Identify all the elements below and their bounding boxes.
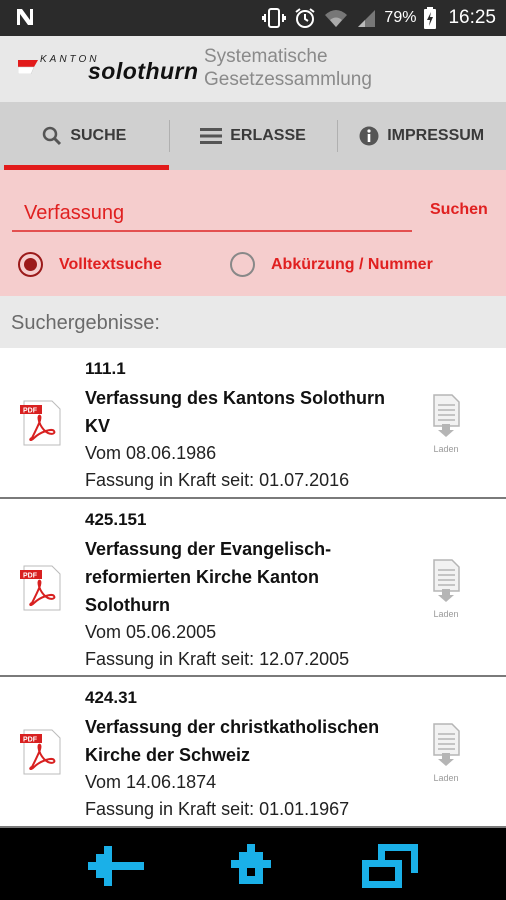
result-date: Vom 14.06.1874	[85, 772, 217, 792]
tab-bar: SUCHE ERLASSE IMPRESSUM	[0, 102, 506, 170]
search-icon	[43, 126, 62, 146]
radio-abkuerzung-nummer[interactable]: Abkürzung / Nummer	[230, 252, 433, 277]
result-fassung: Fassung in Kraft seit: 12.07.2005	[85, 649, 350, 669]
tab-impressum-label: IMPRESSUM	[387, 127, 485, 144]
svg-text:PDF: PDF	[23, 408, 38, 415]
result-item[interactable]: PDF 425.151 Verfassung der Evangelisch-r…	[0, 499, 506, 677]
result-content: 425.151 Verfassung der Evangelisch-refor…	[85, 509, 405, 673]
tab-suche[interactable]: SUCHE	[0, 102, 169, 170]
wifi-icon	[325, 10, 348, 27]
download-label: Laden	[433, 773, 459, 783]
svg-text:PDF: PDF	[23, 737, 38, 744]
result-number: 111.1	[85, 359, 126, 378]
download-label: Laden	[433, 444, 459, 454]
home-icon[interactable]	[227, 844, 283, 888]
download-document-icon	[433, 723, 460, 766]
pdf-file-icon: PDF	[20, 729, 61, 775]
signal-icon	[358, 10, 376, 27]
svg-text:PDF: PDF	[23, 573, 38, 580]
flag-icon	[18, 60, 38, 74]
download-label: Laden	[433, 609, 459, 619]
result-item[interactable]: PDF 424.31 Verfassung der christkatholis…	[0, 677, 506, 828]
radio-volltextsuche-label: Volltextsuche	[59, 255, 162, 273]
search-panel: Suchen Volltextsuche Abkürzung / Nummer	[0, 170, 506, 296]
kanton-solothurn-logo: KANTON solothurn	[18, 52, 200, 86]
tab-suche-label: SUCHE	[70, 127, 127, 144]
battery-percent: 79%	[384, 9, 417, 26]
subtitle-line-1: Systematische	[204, 46, 328, 67]
result-date: Vom 05.06.2005	[85, 622, 217, 642]
status-bar: 79% 16:25	[0, 0, 506, 36]
result-item[interactable]: PDF 111.1 Verfassung des Kantons Solothu…	[0, 348, 506, 499]
list-icon	[200, 128, 223, 144]
recent-apps-icon[interactable]	[362, 844, 418, 888]
result-fassung: Fassung in Kraft seit: 01.01.1967	[85, 799, 350, 819]
result-title: Verfassung der Evangelisch-reformierten …	[85, 539, 332, 615]
download-button[interactable]: Laden	[428, 559, 464, 619]
search-button[interactable]: Suchen	[430, 201, 488, 219]
clock: 16:25	[448, 7, 496, 28]
radio-checked-icon	[18, 252, 43, 277]
search-input[interactable]	[12, 196, 412, 232]
logo-name-text: solothurn	[88, 58, 199, 84]
notification-n-icon	[17, 9, 33, 25]
download-document-icon	[433, 559, 460, 602]
radio-abkuerzung-label: Abkürzung / Nummer	[271, 255, 433, 273]
result-number: 425.151	[85, 510, 147, 529]
system-navigation-bar	[0, 828, 506, 900]
pdf-file-icon: PDF	[20, 565, 61, 611]
radio-volltextsuche[interactable]: Volltextsuche	[18, 252, 162, 277]
results-title: Suchergebnisse:	[11, 312, 160, 334]
result-title: Verfassung des Kantons Solothurn KV	[85, 388, 386, 436]
alarm-icon	[295, 8, 316, 28]
pdf-file-icon: PDF	[20, 400, 61, 446]
app-header: KANTON solothurn Systematische Gesetzess…	[0, 36, 506, 102]
result-number: 424.31	[85, 688, 137, 707]
result-content: 424.31 Verfassung der christkatholischen…	[85, 687, 405, 823]
result-fassung: Fassung in Kraft seit: 01.07.2016	[85, 470, 350, 490]
app-subtitle: Systematische Gesetzessammlung	[204, 45, 372, 91]
back-icon[interactable]	[88, 844, 144, 888]
results-header: Suchergebnisse:	[0, 296, 506, 348]
result-content: 111.1 Verfassung des Kantons Solothurn K…	[85, 358, 405, 494]
tab-impressum[interactable]: IMPRESSUM	[337, 102, 506, 170]
subtitle-line-2: Gesetzessammlung	[204, 69, 372, 90]
tab-erlasse[interactable]: ERLASSE	[168, 102, 338, 170]
tab-erlasse-label: ERLASSE	[230, 127, 306, 144]
result-title: Verfassung der christkatholischen Kirche…	[85, 717, 380, 765]
radio-unchecked-icon	[230, 252, 255, 277]
result-date: Vom 08.06.1986	[85, 443, 217, 463]
vibrate-icon	[262, 8, 287, 28]
download-document-icon	[433, 394, 460, 437]
info-icon	[359, 126, 379, 146]
download-button[interactable]: Laden	[428, 394, 464, 454]
download-button[interactable]: Laden	[428, 723, 464, 783]
battery-charging-icon	[424, 7, 437, 29]
